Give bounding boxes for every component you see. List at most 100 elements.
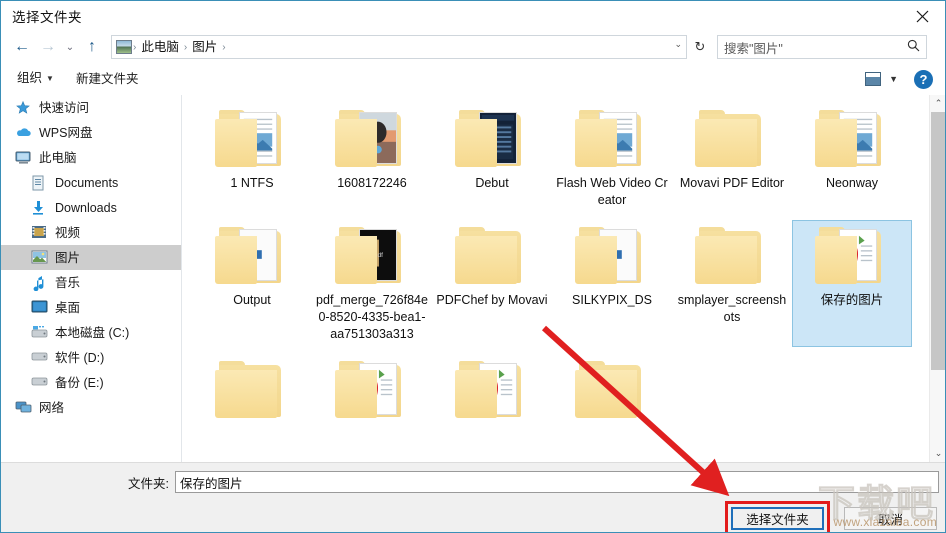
refresh-icon[interactable]: ↻ xyxy=(689,36,711,58)
chevron-down-icon[interactable]: ▼ xyxy=(889,74,898,84)
breadcrumb-this-pc[interactable]: 此电脑 xyxy=(137,37,183,57)
pictures-icon xyxy=(116,40,132,54)
sidebar-item-11[interactable]: 备份 (E:) xyxy=(1,370,181,395)
sidebar-item-7[interactable]: 音乐 xyxy=(1,270,181,295)
content-area: 快速访问 WPS网盘此电脑 Documents Downloads 视频图片音乐桌面本地… xyxy=(1,95,945,462)
sidebar-item-label: WPS网盘 xyxy=(39,125,93,140)
disk-c-icon xyxy=(31,325,49,341)
folder-name-input[interactable] xyxy=(175,471,939,493)
sidebar-item-1[interactable]: WPS网盘 xyxy=(1,120,181,145)
folder-icon xyxy=(335,359,409,421)
file-item[interactable]: Flash Web Video Creator xyxy=(552,103,672,213)
computer-icon xyxy=(15,150,33,166)
file-item-label: Movavi PDF Editor xyxy=(679,176,785,190)
file-item[interactable] xyxy=(432,354,552,430)
breadcrumb-pictures[interactable]: 图片 xyxy=(188,37,221,57)
up-icon[interactable]: ↑ xyxy=(79,34,105,60)
change-view-icon[interactable] xyxy=(865,72,882,86)
file-item[interactable]: Pdf pdf_merge_726f84e0-8520-4335-bea1-aa7… xyxy=(312,220,432,347)
search-icon[interactable] xyxy=(907,39,920,55)
navigation-bar: ← → ⌄ ↑ › 此电脑 › 图片 › ⌄ ↻ 搜索"图片" xyxy=(1,31,945,63)
address-bar[interactable]: › 此电脑 › 图片 › ⌄ xyxy=(111,35,687,59)
folder-icon xyxy=(575,359,649,421)
folder-icon xyxy=(215,108,289,170)
file-item[interactable]: Debut xyxy=(432,103,552,213)
file-item-label: smplayer_screenshots xyxy=(677,293,787,324)
footer-panel: 文件夹: 选择文件夹 取消 xyxy=(1,462,945,532)
search-glyph xyxy=(907,39,920,52)
music-icon xyxy=(31,275,49,291)
folder-icon xyxy=(575,225,649,287)
file-item[interactable]: smplayer_screenshots xyxy=(672,220,792,347)
file-item[interactable]: PDFChef by Movavi xyxy=(432,220,552,347)
folder-icon xyxy=(575,108,649,170)
recent-locations-icon[interactable]: ⌄ xyxy=(61,34,79,60)
sidebar-item-4[interactable]: Downloads xyxy=(1,195,181,220)
file-item[interactable]: 保存的图片 xyxy=(792,220,912,347)
star-icon xyxy=(15,100,33,116)
sidebar-item-label: 桌面 xyxy=(55,300,81,315)
cancel-button[interactable]: 取消 xyxy=(844,507,937,530)
folder-icon xyxy=(215,359,289,421)
sidebar-item-label: 本地磁盘 (C:) xyxy=(55,325,130,340)
sidebar-item-5[interactable]: 视频 xyxy=(1,220,181,245)
close-glyph xyxy=(916,10,928,22)
breadcrumb-separator-2[interactable]: › xyxy=(221,42,226,53)
select-folder-button[interactable]: 选择文件夹 xyxy=(731,507,824,530)
file-item[interactable]: Output xyxy=(192,220,312,347)
sidebar-item-8[interactable]: 桌面 xyxy=(1,295,181,320)
vertical-scrollbar[interactable]: ⌃ ⌄ xyxy=(929,95,945,462)
folder-icon xyxy=(695,225,769,287)
folder-icon xyxy=(335,108,409,170)
sidebar-item-6[interactable]: 图片 xyxy=(1,245,181,270)
folder-icon xyxy=(455,225,529,287)
file-item[interactable]: SILKYPIX_DS xyxy=(552,220,672,347)
file-item[interactable]: 1 NTFS xyxy=(192,103,312,213)
file-item[interactable] xyxy=(192,354,312,430)
organize-label: 组织 xyxy=(17,71,43,85)
scrollbar-thumb[interactable] xyxy=(931,112,945,370)
chevron-down-icon: ▼ xyxy=(46,74,54,83)
sidebar-item-label: 备份 (E:) xyxy=(55,375,104,390)
file-item-label: Debut xyxy=(475,176,509,190)
file-item[interactable]: Movavi PDF Editor xyxy=(672,103,792,213)
forward-icon[interactable]: → xyxy=(35,34,61,60)
file-item[interactable] xyxy=(552,354,672,430)
sidebar-item-label: Downloads xyxy=(55,200,117,215)
network-icon xyxy=(15,400,33,416)
select-button-highlight: 选择文件夹 xyxy=(725,501,830,532)
sidebar-item-10[interactable]: 软件 (D:) xyxy=(1,345,181,370)
close-icon[interactable] xyxy=(899,1,945,31)
file-item[interactable] xyxy=(312,354,432,430)
sidebar-item-label: 网络 xyxy=(39,400,65,415)
search-box[interactable]: 搜索"图片" xyxy=(717,35,927,59)
sidebar-item-label: 图片 xyxy=(55,250,81,265)
sidebar-item-12[interactable]: 网络 xyxy=(1,395,181,420)
file-grid: 1 NTFS 1608172246 Debut Flash Web Video Cre… xyxy=(182,95,922,437)
file-item[interactable]: 1608172246 xyxy=(312,103,432,213)
sidebar-item-9[interactable]: 本地磁盘 (C:) xyxy=(1,320,181,345)
sidebar-item-label: 快速访问 xyxy=(39,100,90,115)
organize-button[interactable]: 组织 ▼ xyxy=(11,67,60,91)
sidebar-item-label: Documents xyxy=(55,175,119,190)
file-item-label: 保存的图片 xyxy=(820,293,884,307)
folder-icon: Pdf xyxy=(335,225,409,287)
chevron-down-icon[interactable]: ⌄ xyxy=(674,39,682,50)
scroll-down-icon[interactable]: ⌄ xyxy=(930,445,945,462)
back-icon[interactable]: ← xyxy=(9,34,35,60)
file-list-pane[interactable]: 1 NTFS 1608172246 Debut Flash Web Video Cre… xyxy=(182,95,945,462)
file-item-label: 1 NTFS xyxy=(230,176,274,190)
command-bar: 组织 ▼ 新建文件夹 ▼ ? xyxy=(1,63,945,96)
sidebar-item-2[interactable]: 此电脑 xyxy=(1,145,181,170)
navigation-pane: 快速访问 WPS网盘此电脑 Documents Downloads 视频图片音乐桌面本地… xyxy=(1,95,182,462)
new-folder-button[interactable]: 新建文件夹 xyxy=(70,68,145,90)
sidebar-list: 快速访问 WPS网盘此电脑 Documents Downloads 视频图片音乐桌面本地… xyxy=(1,95,181,420)
sidebar-item-3[interactable]: Documents xyxy=(1,170,181,195)
sidebar-item-0[interactable]: 快速访问 xyxy=(1,95,181,120)
file-item-label: PDFChef by Movavi xyxy=(436,293,548,307)
file-item-label: Neonway xyxy=(825,176,879,190)
downloads-icon xyxy=(31,200,49,216)
help-icon[interactable]: ? xyxy=(914,69,933,89)
file-item[interactable]: Neonway xyxy=(792,103,912,213)
scroll-up-icon[interactable]: ⌃ xyxy=(930,95,945,112)
